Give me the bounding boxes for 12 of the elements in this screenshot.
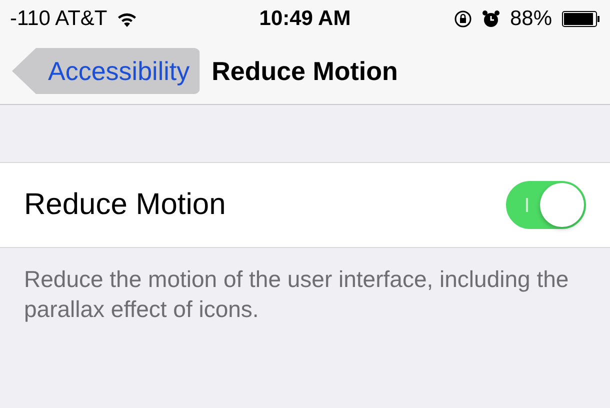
setting-label: Reduce Motion bbox=[24, 188, 226, 222]
toggle-switch[interactable] bbox=[506, 181, 586, 229]
wifi-icon bbox=[117, 12, 138, 26]
back-button[interactable]: Accessibility bbox=[12, 48, 200, 94]
battery-icon bbox=[562, 11, 600, 27]
rotation-lock-icon bbox=[454, 10, 472, 28]
footer-description: Reduce the motion of the user interface, including the parallax effect of icons. bbox=[24, 265, 570, 324]
status-time: 10:49 AM bbox=[259, 7, 351, 31]
alarm-icon bbox=[482, 10, 500, 28]
battery-percent: 88% bbox=[510, 7, 552, 31]
carrier-text: -110 AT&T bbox=[10, 7, 108, 31]
page-title: Reduce Motion bbox=[212, 56, 398, 86]
